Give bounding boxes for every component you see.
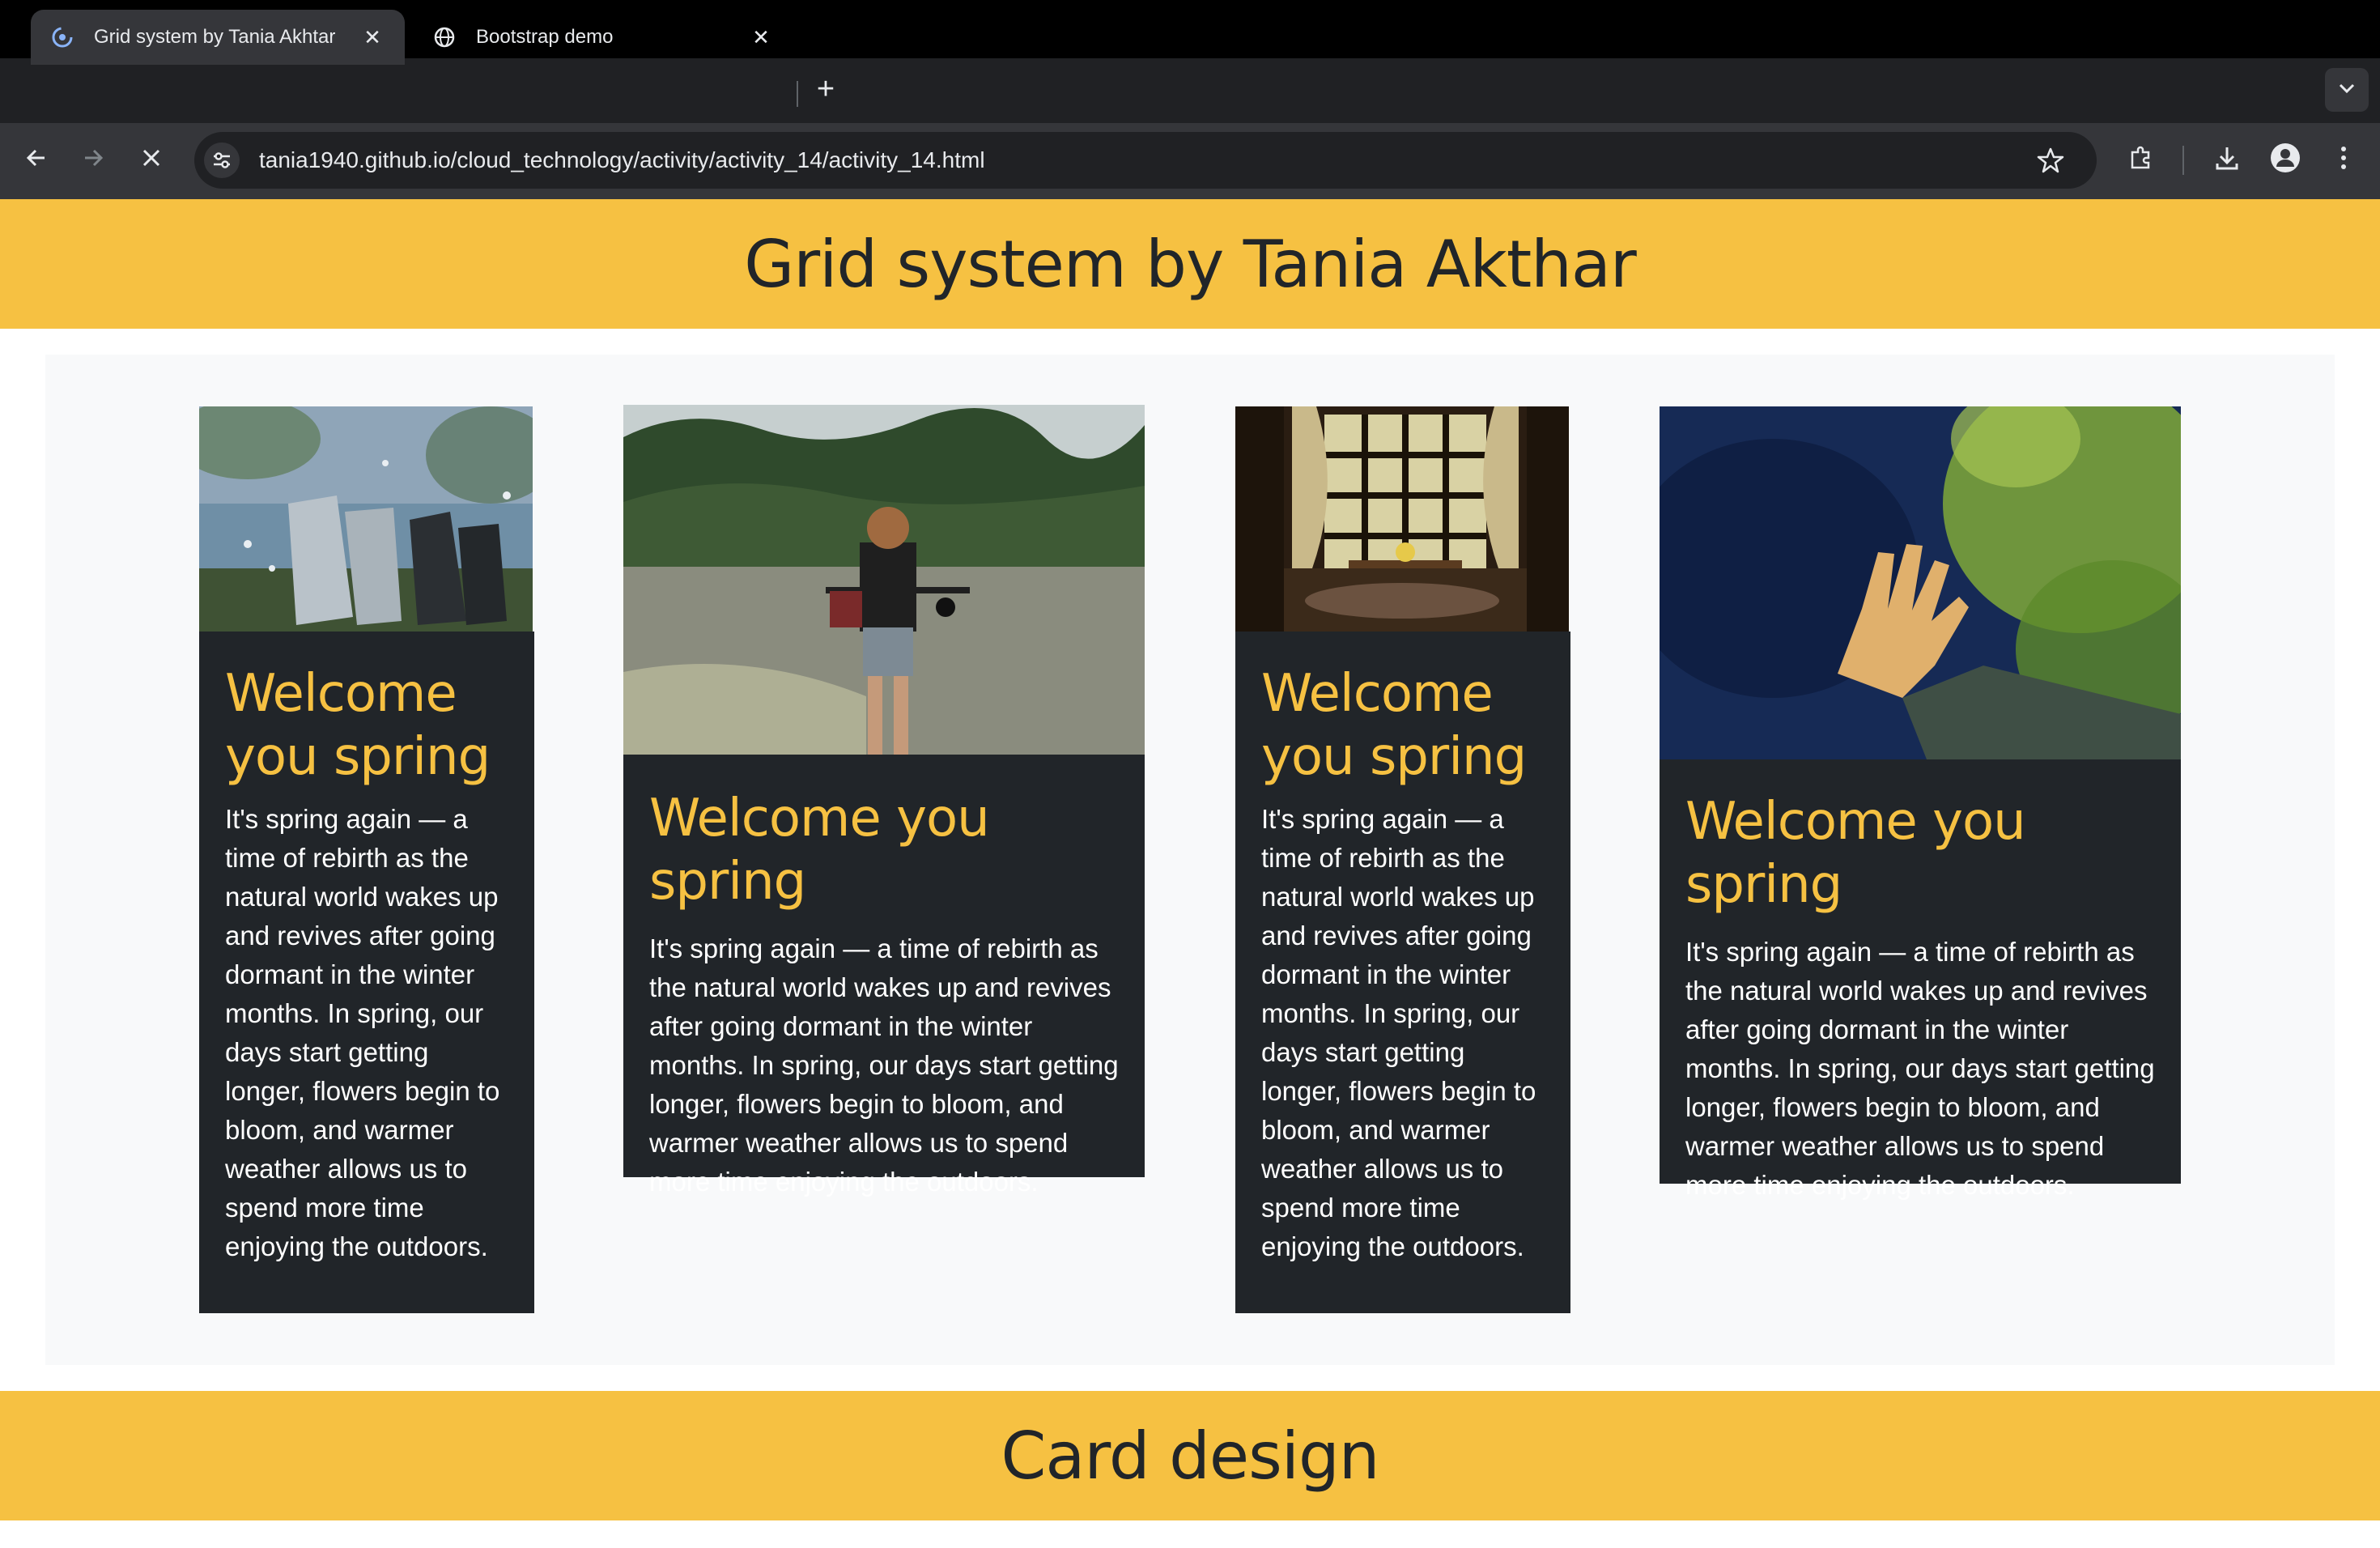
card-text: It's spring again — a time of rebirth as… <box>1261 804 1536 1261</box>
section-title: Card design <box>1001 1418 1380 1494</box>
card-text: It's spring again — a time of rebirth as… <box>1685 937 2155 1200</box>
page-header-band: Grid system by Tania Akthar <box>0 199 2380 329</box>
browser-menu-button[interactable] <box>2323 139 2364 180</box>
extensions-button[interactable] <box>2121 139 2161 180</box>
card-body: Welcome you spring It's spring again — a… <box>623 755 1145 1197</box>
profile-button[interactable] <box>2265 139 2306 180</box>
card-text: It's spring again — a time of rebirth as… <box>225 804 500 1261</box>
tab-search-button[interactable] <box>2325 68 2369 112</box>
card-title: Welcome you spring <box>1685 792 2026 915</box>
toolbar-divider <box>2182 146 2184 175</box>
download-icon <box>2213 144 2241 176</box>
tab-title: Bootstrap demo <box>476 26 614 48</box>
card-body: Welcome you spring It's spring again — a… <box>1660 759 2181 1200</box>
address-bar[interactable]: tania1940.github.io/cloud_technology/act… <box>194 132 2097 189</box>
arrow-right-icon <box>80 145 106 175</box>
globe-icon <box>432 25 457 49</box>
page-favicon-icon <box>50 25 74 49</box>
forward-button[interactable] <box>73 139 113 180</box>
page-title: Grid system by Tania Akthar <box>744 226 1637 302</box>
card-body: Welcome you spring It's spring again — a… <box>199 632 534 1313</box>
close-icon <box>140 147 163 173</box>
close-tab-icon[interactable]: ✕ <box>748 25 774 50</box>
arrow-left-icon <box>23 145 49 175</box>
card-title: Welcome you spring <box>225 664 491 787</box>
tab-title: Grid system by Tania Akhtar <box>94 26 336 48</box>
tab-bootstrap-demo[interactable]: Bootstrap demo ✕ <box>413 10 793 65</box>
card-title: Welcome you spring <box>649 789 990 912</box>
avatar-icon <box>2270 142 2301 177</box>
card-body: Welcome you spring It's spring again — a… <box>1235 632 1570 1313</box>
chevron-down-icon <box>2338 83 2356 98</box>
stop-loading-button[interactable] <box>131 139 172 180</box>
card-design-header-band: Card design <box>0 1391 2380 1520</box>
new-tab-button[interactable]: + <box>808 71 844 110</box>
card-image-window <box>1235 406 1569 632</box>
card-image-river <box>623 405 1145 755</box>
puzzle-icon <box>2127 144 2155 176</box>
back-button[interactable] <box>16 139 57 180</box>
close-tab-icon[interactable]: ✕ <box>359 25 385 50</box>
card-text: It's spring again — a time of rebirth as… <box>649 933 1119 1197</box>
tab-separator <box>797 81 798 107</box>
kebab-menu-icon <box>2339 144 2348 176</box>
downloads-button[interactable] <box>2207 139 2247 180</box>
bookmark-star-icon[interactable] <box>2030 140 2071 181</box>
card-image-sneakers <box>199 406 533 632</box>
card-image-hand <box>1660 406 2181 759</box>
url-text: tania1940.github.io/cloud_technology/act… <box>259 147 985 172</box>
tab-grid-system[interactable]: Grid system by Tania Akhtar ✕ <box>31 10 405 65</box>
tab-strip <box>0 58 2380 123</box>
card-title: Welcome you spring <box>1261 664 1527 787</box>
site-settings-icon[interactable] <box>204 142 240 178</box>
